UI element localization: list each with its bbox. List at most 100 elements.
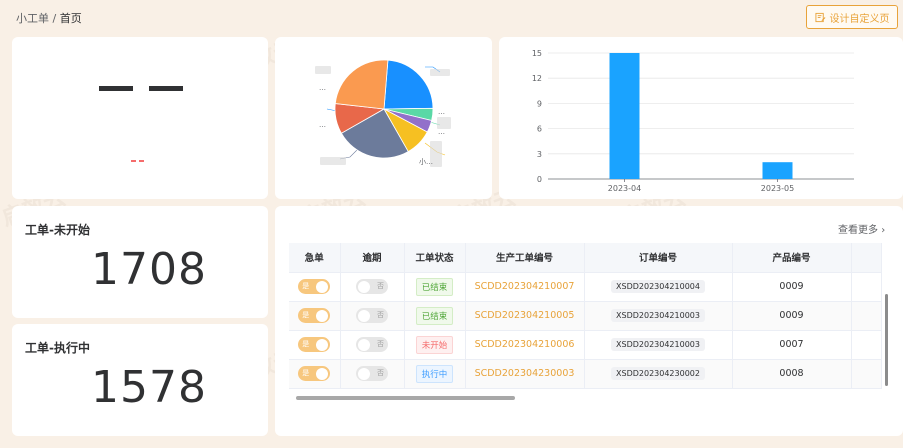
order-number-chip: XSDD202304210003 xyxy=(611,338,705,351)
order-cell: XSDD202304210003 xyxy=(584,330,733,360)
overdue-toggle-label: 否 xyxy=(377,282,384,290)
blurred-label xyxy=(320,157,346,165)
pie-chart xyxy=(326,59,446,160)
design-custom-page-button[interactable]: 设计自定义页 xyxy=(806,5,898,29)
overdue-toggle-label: 否 xyxy=(377,340,384,348)
design-custom-page-label: 设计自定义页 xyxy=(829,13,890,25)
product-cell: 0009 xyxy=(732,272,852,302)
toggle-knob xyxy=(316,367,329,380)
table-row[interactable]: 是 否 已结束 SCDD202304210007 XSDD202304210004 000… xyxy=(289,272,882,302)
status-badge: 已结束 xyxy=(415,306,454,325)
overdue-toggle-label: 否 xyxy=(377,369,384,377)
summary-card xyxy=(12,37,268,199)
kpi-card-in-progress[interactable]: 工单-执行中 1578 xyxy=(12,324,268,436)
breadcrumb-current: 首页 xyxy=(59,12,82,25)
urgent-toggle-label: 是 xyxy=(302,340,310,348)
table-row[interactable]: 是 否 已结束 SCDD202304210005 XSDD202304210003 000… xyxy=(289,301,882,331)
kpi-card-not-started[interactable]: 工单-未开始 1708 xyxy=(12,206,268,318)
status-badge: 已结束 xyxy=(415,277,454,296)
chevron-right-icon: › xyxy=(881,225,886,236)
overdue-toggle-label: 否 xyxy=(377,311,384,319)
column-header-overdue[interactable]: 逾期 xyxy=(340,243,405,273)
placeholder-indicator xyxy=(131,160,136,162)
work-order-link[interactable]: SCDD202304210007 xyxy=(475,281,575,292)
urgent-toggle[interactable]: 是 xyxy=(298,337,331,352)
breadcrumb-separator: / xyxy=(52,12,57,25)
y-tick-label: 15 xyxy=(532,49,542,58)
pie-label: … xyxy=(438,108,445,116)
horizontal-scrollbar-thumb[interactable] xyxy=(296,396,515,400)
order-number-chip: XSDD202304210004 xyxy=(611,280,705,293)
urgent-cell: 是 xyxy=(289,301,341,331)
table-row[interactable]: 是 否 未开始 SCDD202304210006 XSDD202304210003 000… xyxy=(289,330,882,360)
breadcrumb-parent[interactable]: 小工单 xyxy=(16,12,49,25)
work-order-link[interactable]: SCDD202304210006 xyxy=(475,339,575,350)
order-number-chip: XSDD202304210003 xyxy=(611,309,705,322)
view-more-label: 查看更多 xyxy=(838,225,878,236)
view-more-link[interactable]: 查看更多 › xyxy=(838,221,885,236)
bar[interactable] xyxy=(609,53,640,179)
toggle-knob xyxy=(358,338,370,351)
horizontal-scrollbar[interactable] xyxy=(289,395,883,401)
urgent-cell: 是 xyxy=(289,330,341,360)
overdue-cell: 否 xyxy=(340,272,405,302)
y-tick-label: 0 xyxy=(537,175,542,184)
extra-cell xyxy=(851,301,882,331)
placeholder-value xyxy=(99,86,133,91)
toggle-knob xyxy=(358,280,370,293)
order-cell: XSDD202304210004 xyxy=(584,272,733,302)
pie-label: … xyxy=(319,84,326,92)
placeholder-indicator xyxy=(139,160,144,162)
toggle-knob xyxy=(316,338,329,351)
urgent-cell: 是 xyxy=(289,272,341,302)
work-order-cell: SCDD202304210006 xyxy=(465,330,585,360)
toggle-knob xyxy=(316,280,329,293)
status-cell: 已结束 xyxy=(404,301,466,331)
work-order-table: 急单 逾期 工单状态 生产工单编号 订单编号 产品编号 是否已结束 SCDD202… xyxy=(289,243,882,389)
work-order-cell: SCDD202304210005 xyxy=(465,301,585,331)
vertical-scrollbar-thumb[interactable] xyxy=(885,294,888,386)
column-header-order[interactable]: 订单编号 xyxy=(584,243,733,273)
table-row[interactable]: 是 否 执行中 SCDD202304230003 XSDD202304230002 000… xyxy=(289,359,882,389)
x-tick-label: 2023-05 xyxy=(761,184,794,193)
kpi-label: 工单-未开始 xyxy=(25,223,90,237)
breadcrumb: 小工单 / 首页 xyxy=(16,10,82,26)
y-tick-label: 3 xyxy=(537,150,542,159)
column-header-urgent[interactable]: 急单 xyxy=(289,243,341,273)
pie-chart-card: … … … … 小… xyxy=(275,37,492,199)
y-tick-label: 6 xyxy=(537,125,542,134)
bar[interactable] xyxy=(762,162,793,179)
pie-label: … xyxy=(319,121,326,129)
column-header-status[interactable]: 工单状态 xyxy=(404,243,466,273)
kpi-value: 1578 xyxy=(91,362,207,413)
urgent-toggle-label: 是 xyxy=(302,369,310,377)
extra-cell xyxy=(851,330,882,360)
column-header-more xyxy=(851,243,882,273)
overdue-toggle[interactable]: 否 xyxy=(356,308,388,323)
work-order-link[interactable]: SCDD202304230003 xyxy=(475,368,575,379)
urgent-toggle[interactable]: 是 xyxy=(298,308,331,323)
work-order-cell: SCDD202304210007 xyxy=(465,272,585,302)
toggle-knob xyxy=(358,309,370,322)
blurred-label xyxy=(430,69,450,76)
table-header-row: 急单 逾期 工单状态 生产工单编号 订单编号 产品编号 xyxy=(289,243,882,273)
vertical-scrollbar[interactable] xyxy=(884,272,890,388)
status-badge: 未开始 xyxy=(415,335,454,354)
urgent-toggle[interactable]: 是 xyxy=(298,279,331,294)
status-cell: 执行中 xyxy=(404,359,466,389)
column-header-work-order[interactable]: 生产工单编号 xyxy=(465,243,585,273)
pie-slice[interactable] xyxy=(383,59,434,110)
urgent-toggle[interactable]: 是 xyxy=(298,366,331,381)
work-order-link[interactable]: SCDD202304210005 xyxy=(475,310,575,321)
overdue-toggle[interactable]: 否 xyxy=(356,366,388,381)
kpi-label: 工单-执行中 xyxy=(25,341,90,355)
pie-label: … xyxy=(438,128,445,136)
kpi-value: 1708 xyxy=(91,244,207,295)
column-header-product[interactable]: 产品编号 xyxy=(732,243,852,273)
overdue-toggle[interactable]: 否 xyxy=(356,279,388,294)
urgent-toggle-label: 是 xyxy=(302,311,310,319)
overdue-toggle[interactable]: 否 xyxy=(356,337,388,352)
product-cell: 0009 xyxy=(732,301,852,331)
overdue-cell: 否 xyxy=(340,330,405,360)
pie-slice[interactable] xyxy=(334,59,389,110)
